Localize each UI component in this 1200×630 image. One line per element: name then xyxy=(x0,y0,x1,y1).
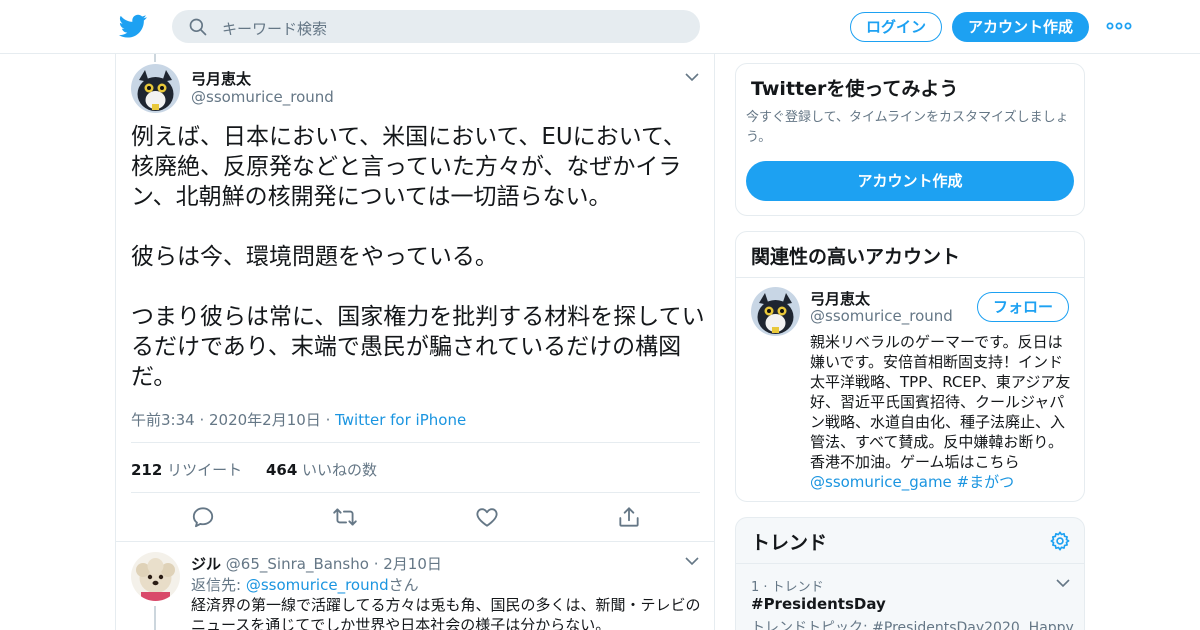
retweet-icon[interactable] xyxy=(332,504,358,530)
reply-header: ジル @65_Sinra_Bansho · 2月10日 xyxy=(191,553,442,574)
tweet-stats: 212 リツイート 464 いいねの数 xyxy=(131,459,377,480)
reply-author-handle[interactable]: @65_Sinra_Bansho xyxy=(226,555,369,573)
follow-button[interactable]: フォロー xyxy=(977,292,1069,322)
gear-icon[interactable] xyxy=(1049,530,1071,552)
tweet-text: 例えば、日本において、米国において、EUにおいて、核廃絶、反原発などと言っていた… xyxy=(131,124,705,390)
reply-text: 経済界の第一線で活躍してる方々は兎も角、国民の多くは、新聞・テレビのニュースを通… xyxy=(191,596,701,630)
trends-card: トレンド 1 · トレンド #PresidentsDay トレンドトピック: #… xyxy=(735,517,1085,630)
related-account-avatar[interactable] xyxy=(751,287,800,336)
chevron-down-icon[interactable] xyxy=(1056,578,1070,588)
divider xyxy=(736,563,1084,564)
tweet-actions xyxy=(116,502,715,532)
create-account-button[interactable]: アカウント作成 xyxy=(746,161,1074,201)
search-input[interactable]: キーワード検索 xyxy=(222,18,327,39)
search-icon xyxy=(189,18,207,36)
tweet-meta: 午前3:34 · 2020年2月10日 · Twitter for iPhone xyxy=(131,409,466,430)
related-account-name[interactable]: 弓月恵太 xyxy=(810,288,870,309)
search-box[interactable]: キーワード検索 xyxy=(172,10,700,43)
tweet-column: 弓月恵太 @ssomurice_round 例えば、日本において、米国において、… xyxy=(115,54,715,630)
reply-to-link[interactable]: @ssomurice_round xyxy=(246,576,389,594)
reply-date[interactable]: · 2月10日 xyxy=(374,555,442,573)
reply-to-prefix: 返信先: xyxy=(191,576,246,594)
trend-topic[interactable]: トレンドトピック: #PresidentsDay2020, Happy xyxy=(751,617,1081,630)
trend-hashtag[interactable]: #PresidentsDay xyxy=(751,595,886,613)
related-account-bio: 親米リベラルのゲーマーです。反日は嫌いです。安倍首相断固支持！インド太平洋戦略、… xyxy=(810,332,1072,492)
retweet-count: 212 xyxy=(131,461,163,479)
reply-author-name[interactable]: ジル xyxy=(191,555,221,573)
retweet-stat[interactable]: 212 リツイート xyxy=(131,461,242,479)
divider xyxy=(131,492,700,493)
related-accounts-title: 関連性の高いアカウント xyxy=(751,246,961,268)
tweet-author-name[interactable]: 弓月恵太 xyxy=(191,68,251,89)
share-icon[interactable] xyxy=(616,504,642,530)
divider xyxy=(131,442,700,443)
signup-card-subtitle: 今すぐ登録して、タイムラインをカスタマイズしましょう。 xyxy=(746,110,1069,145)
thread-line xyxy=(154,606,156,630)
chevron-down-icon[interactable] xyxy=(685,556,699,566)
thread-line xyxy=(154,54,156,62)
trends-title: トレンド xyxy=(751,532,828,554)
avatar[interactable] xyxy=(131,64,180,113)
related-account-handle[interactable]: @ssomurice_round xyxy=(810,307,953,325)
meta-separator: · xyxy=(320,411,336,429)
divider xyxy=(116,541,715,542)
twitter-bird-icon[interactable] xyxy=(118,12,148,40)
reply-to-suffix: さん xyxy=(388,576,419,594)
login-button[interactable]: ログイン xyxy=(850,12,942,42)
tweet-source-link[interactable]: Twitter for iPhone xyxy=(335,411,466,429)
divider xyxy=(736,277,1084,278)
bio-text: 親米リベラルのゲーマーです。反日は嫌いです。安倍首相断固支持！インド太平洋戦略、… xyxy=(810,333,1071,471)
reply-to-line: 返信先: @ssomurice_roundさん xyxy=(191,574,419,595)
signup-card-title: Twitterを使ってみよう xyxy=(751,78,959,100)
like-icon[interactable] xyxy=(474,504,500,530)
more-dots-icon[interactable] xyxy=(1106,18,1132,34)
top-bar: キーワード検索 ログイン アカウント作成 xyxy=(0,0,1200,54)
related-accounts-card: 関連性の高いアカウント 弓月恵太 @ssomurice_round フォロー 親… xyxy=(735,231,1085,502)
reply-icon[interactable] xyxy=(190,504,216,530)
signup-card: Twitterを使ってみよう 今すぐ登録して、タイムラインをカスタマイズしましょ… xyxy=(735,63,1085,216)
chevron-down-icon[interactable] xyxy=(685,72,699,82)
like-stat[interactable]: 464 いいねの数 xyxy=(266,461,377,479)
trend-rank: 1 · トレンド xyxy=(751,580,824,595)
like-stat-label: いいねの数 xyxy=(302,461,378,479)
like-count: 464 xyxy=(265,461,298,479)
tweet-author-handle[interactable]: @ssomurice_round xyxy=(191,88,334,106)
bio-links[interactable]: @ssomurice_game #まがつ xyxy=(810,473,1014,491)
reply-avatar[interactable] xyxy=(131,552,180,601)
signup-button[interactable]: アカウント作成 xyxy=(952,12,1089,42)
retweet-stat-label: リツイート xyxy=(167,461,243,479)
tweet-timestamp[interactable]: 午前3:34 · 2020年2月10日 xyxy=(131,411,321,429)
